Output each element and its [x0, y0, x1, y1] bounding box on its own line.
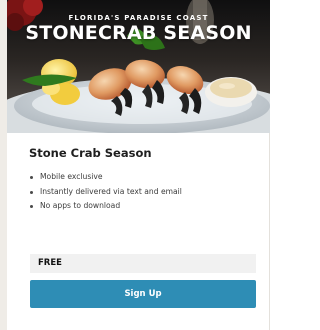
feature-text: Mobile exclusive	[40, 172, 103, 181]
feature-text: No apps to download	[40, 201, 121, 210]
feature-text: Instantly delivered via text and email	[40, 186, 182, 196]
feature-list: Mobile exclusive Instantly delivered via…	[29, 170, 182, 214]
feature-item: Mobile exclusive	[29, 170, 182, 185]
hero-headline: STONECRAB SEASON	[25, 22, 252, 44]
page: FLORIDA'S PARADISE COAST STONECRAB SEASO…	[0, 0, 270, 330]
sign-up-button[interactable]: Sign Up	[30, 280, 256, 308]
bullet-icon	[30, 190, 33, 194]
hero-eyebrow: FLORIDA'S PARADISE COAST	[68, 14, 209, 22]
hero-image: FLORIDA'S PARADISE COAST STONECRAB SEASO…	[7, 0, 270, 133]
bullet-icon	[30, 176, 33, 179]
feature-item: No apps to download	[29, 199, 182, 214]
bullet-icon	[30, 205, 33, 208]
feature-item: Instantly delivered via text and email	[29, 185, 182, 200]
offer-title: Stone Crab Season	[29, 146, 152, 160]
price-label: FREE	[30, 254, 256, 273]
offer-card: FLORIDA'S PARADISE COAST STONECRAB SEASO…	[7, 0, 270, 330]
